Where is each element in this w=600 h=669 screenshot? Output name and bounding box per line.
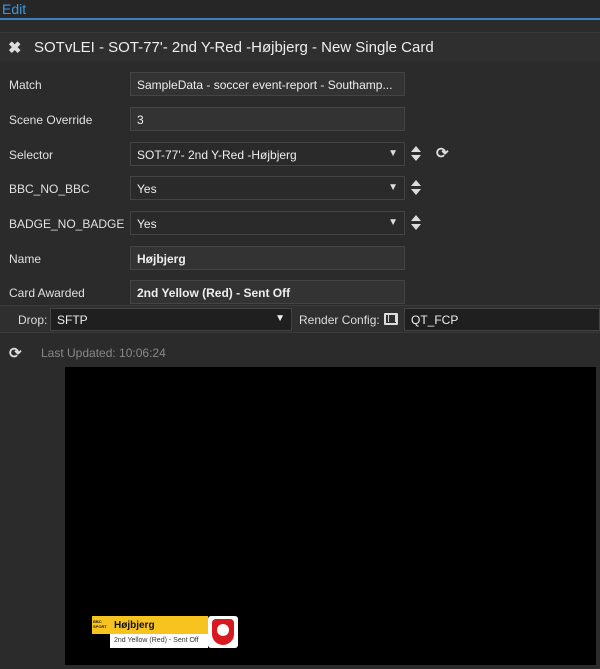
caret-down-icon: ▼ xyxy=(388,182,398,193)
panel-title: SOTvLEI - SOT-77'- 2nd Y-Red -Højbjerg -… xyxy=(34,39,434,56)
name-field[interactable]: Højbjerg xyxy=(130,246,405,270)
card-awarded-field[interactable]: 2nd Yellow (Red) - Sent Off xyxy=(130,280,405,304)
last-updated-text: Last Updated: 10:06:24 xyxy=(41,346,166,360)
output-bar: Drop: SFTP ▼ Render Config: QT_FCP xyxy=(0,305,600,333)
card-awarded-label: Card Awarded xyxy=(9,286,85,300)
card-form: Match SampleData - soccer event-report -… xyxy=(0,64,600,304)
badge-no-badge-value: Yes xyxy=(137,217,157,231)
badge-no-badge-row: BADGE_NO_BADGE Yes ▼ xyxy=(0,211,600,237)
match-row: Match SampleData - soccer event-report -… xyxy=(0,72,600,98)
bbc-no-bbc-row: BBC_NO_BBC Yes ▼ xyxy=(0,176,600,202)
film-icon xyxy=(384,313,398,325)
selector-row: Selector SOT-77'- 2nd Y-Red -Højbjerg ▼ … xyxy=(0,142,600,168)
bbc-no-bbc-value: Yes xyxy=(137,182,157,196)
lower-third-card: 2nd Yellow (Red) - Sent Off xyxy=(110,634,208,648)
render-config-label: Render Config: xyxy=(299,313,380,327)
refresh-icon[interactable]: ⟳ xyxy=(9,344,22,362)
bbc-no-bbc-select[interactable]: Yes ▼ xyxy=(130,176,405,200)
render-config-value: QT_FCP xyxy=(411,313,459,327)
drop-value: SFTP xyxy=(57,313,88,327)
edit-tab[interactable]: Edit xyxy=(2,1,26,17)
card-awarded-row: Card Awarded 2nd Yellow (Red) - Sent Off xyxy=(0,280,600,306)
drop-label: Drop: xyxy=(18,313,48,327)
caret-down-icon: ▼ xyxy=(388,148,398,159)
club-badge xyxy=(208,616,238,648)
refresh-icon[interactable]: ⟳ xyxy=(436,144,449,162)
lower-third-graphic: BBC SPORT Højbjerg 2nd Yellow (Red) - Se… xyxy=(92,616,238,650)
name-row: Name Højbjerg xyxy=(0,246,600,272)
top-bar: Edit xyxy=(0,0,600,20)
up-down-icon[interactable] xyxy=(411,213,423,233)
selector-value: SOT-77'- 2nd Y-Red -Højbjerg xyxy=(137,148,297,162)
selector-label: Selector xyxy=(9,148,54,162)
drop-select[interactable]: SFTP ▼ xyxy=(50,308,292,331)
caret-down-icon: ▼ xyxy=(275,313,285,324)
selector-select[interactable]: SOT-77'- 2nd Y-Red -Højbjerg ▼ xyxy=(130,142,405,166)
panel-header: ✖ SOTvLEI - SOT-77'- 2nd Y-Red -Højbjerg… xyxy=(0,32,600,62)
last-updated-bar: ⟳ Last Updated: 10:06:24 xyxy=(0,340,600,364)
name-label: Name xyxy=(9,252,42,266)
caret-down-icon: ▼ xyxy=(388,217,398,228)
close-icon[interactable]: ✖ xyxy=(8,38,21,58)
scene-override-row: Scene Override 3 xyxy=(0,107,600,133)
up-down-icon[interactable] xyxy=(411,178,423,198)
scene-override-label: Scene Override xyxy=(9,113,93,127)
match-label: Match xyxy=(9,78,42,92)
badge-no-badge-label: BADGE_NO_BADGE xyxy=(9,217,125,231)
up-down-icon[interactable] xyxy=(411,144,423,164)
match-field[interactable]: SampleData - soccer event-report - South… xyxy=(130,72,405,96)
scene-override-field[interactable]: 3 xyxy=(130,107,405,131)
lower-third-name: Højbjerg xyxy=(110,616,208,634)
bbc-sport-logo: BBC SPORT xyxy=(92,616,110,634)
render-config-field[interactable]: QT_FCP xyxy=(404,308,600,331)
bbc-no-bbc-label: BBC_NO_BBC xyxy=(9,182,90,196)
badge-no-badge-select[interactable]: Yes ▼ xyxy=(130,211,405,235)
